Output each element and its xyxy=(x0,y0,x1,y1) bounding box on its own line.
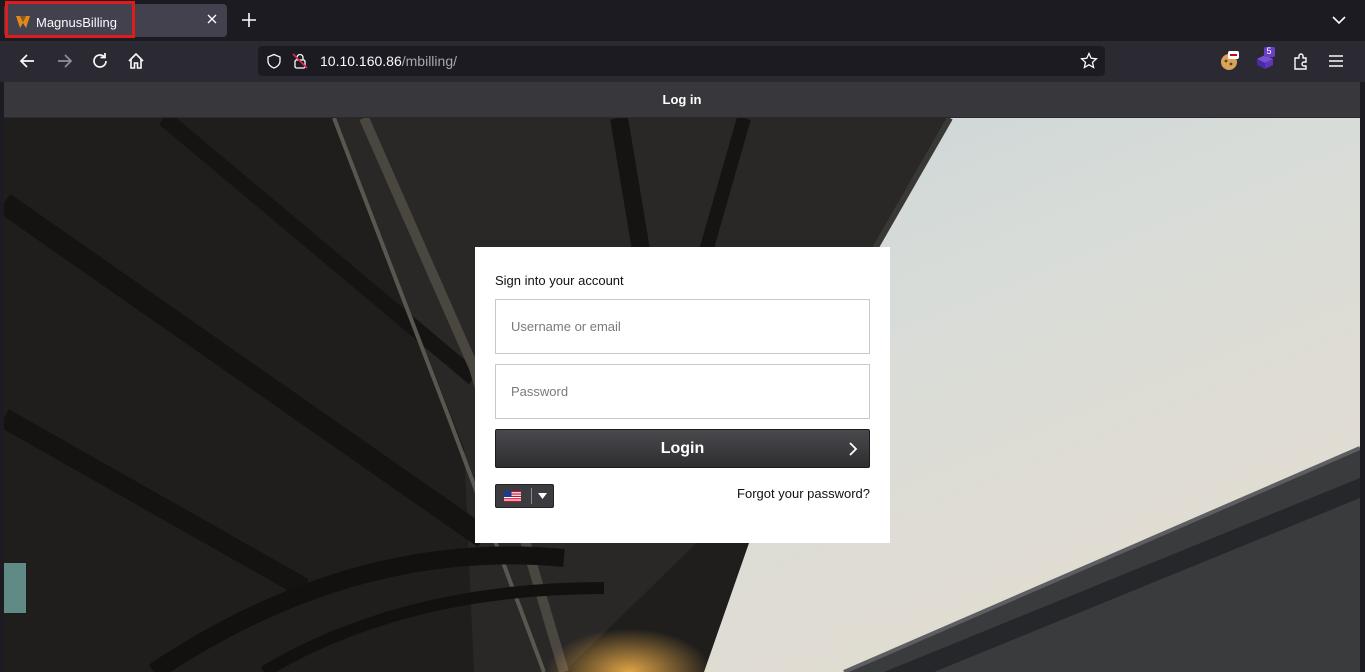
close-icon[interactable] xyxy=(204,11,220,27)
back-arrow-icon[interactable] xyxy=(17,50,39,72)
password-input[interactable] xyxy=(495,364,870,419)
language-selector[interactable] xyxy=(495,484,554,508)
extension-badge: 5 xyxy=(1266,46,1272,56)
login-button-label: Login xyxy=(660,440,705,457)
navigation-toolbar: 10.10.160.86/mbilling/ 5 xyxy=(0,41,1365,82)
page-title: Log in xyxy=(662,92,702,107)
caret-down-icon xyxy=(538,493,547,499)
insecure-lock-icon[interactable] xyxy=(292,52,308,70)
forgot-password-link[interactable]: Forgot your password? xyxy=(737,486,870,501)
menu-hamburger-icon[interactable] xyxy=(1326,51,1346,71)
extensions-puzzle-icon[interactable] xyxy=(1291,51,1311,71)
url-host: 10.10.160.86 xyxy=(320,53,402,69)
login-card: Sign into your account Login Forgot your… xyxy=(475,247,890,543)
tab-highlight-box xyxy=(5,1,135,38)
url-text[interactable]: 10.10.160.86/mbilling/ xyxy=(320,53,457,69)
forward-arrow-icon[interactable] xyxy=(53,50,75,72)
chevron-right-icon xyxy=(849,442,858,456)
login-button[interactable]: Login xyxy=(495,429,870,468)
login-heading: Sign into your account xyxy=(495,273,624,288)
tab-strip: MagnusBilling xyxy=(0,0,1365,41)
page-header: Log in xyxy=(4,82,1360,118)
chevron-down-icon[interactable] xyxy=(1330,12,1348,28)
bookmark-star-icon[interactable] xyxy=(1080,52,1098,70)
reload-icon[interactable] xyxy=(89,50,111,72)
shield-icon[interactable] xyxy=(266,53,282,69)
url-path: /mbilling/ xyxy=(401,53,457,69)
us-flag-icon xyxy=(504,491,521,502)
url-bar[interactable]: 10.10.160.86/mbilling/ xyxy=(258,46,1105,76)
extension-cookie-icon[interactable] xyxy=(1218,49,1240,71)
language-separator xyxy=(531,488,532,504)
username-input[interactable] xyxy=(495,299,870,354)
home-icon[interactable] xyxy=(125,50,147,72)
plus-icon[interactable] xyxy=(239,10,259,30)
